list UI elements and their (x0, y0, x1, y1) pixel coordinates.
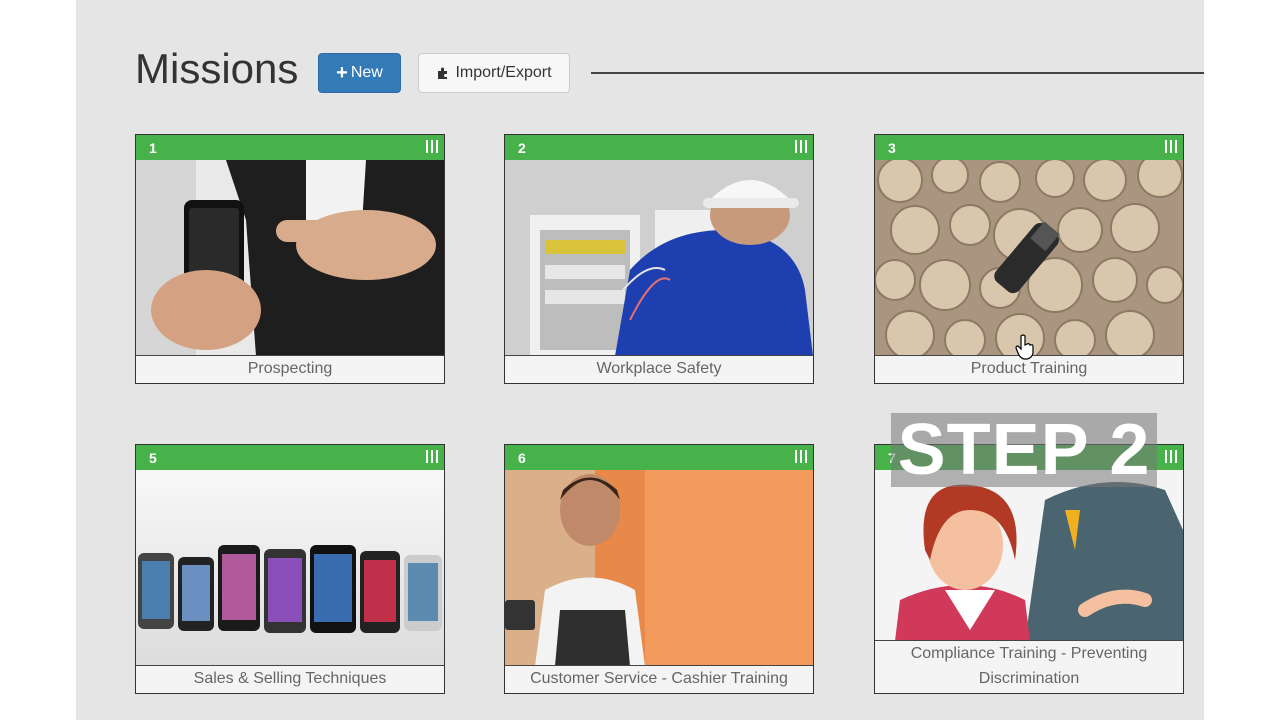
mission-title: Workplace Safety (505, 355, 813, 383)
import-export-label: Import/Export (455, 64, 552, 81)
puzzle-piece-icon (438, 67, 448, 79)
mission-number: 6 (518, 450, 526, 466)
mission-number: 3 (888, 140, 896, 156)
mission-image[interactable] (136, 470, 444, 666)
card-header: 1 (136, 135, 444, 160)
mission-image[interactable] (875, 160, 1183, 356)
header-divider (591, 72, 1204, 74)
new-button-label: New (350, 64, 383, 81)
mission-card[interactable]: 5 Sales & Selling Techniques (135, 444, 445, 694)
mission-image[interactable] (505, 160, 813, 356)
import-export-button[interactable]: Import/Export (418, 53, 570, 93)
mission-number: 5 (149, 450, 157, 466)
new-mission-button[interactable]: + New (318, 53, 401, 93)
mission-title: Customer Service - Cashier Training (505, 665, 813, 693)
mission-title: Prospecting (136, 355, 444, 383)
drag-handle-icon[interactable] (426, 450, 438, 463)
mission-card[interactable]: 2 Workplace Safety (504, 134, 814, 384)
drag-handle-icon[interactable] (426, 140, 438, 153)
mission-title: Sales & Selling Techniques (136, 665, 444, 693)
mission-card[interactable]: 1 Prospecting (135, 134, 445, 384)
step-overlay-text: STEP 2 (891, 413, 1157, 487)
drag-handle-icon[interactable] (1165, 140, 1177, 153)
page-title: Missions (135, 45, 299, 92)
card-header: 3 (875, 135, 1183, 160)
hand-cursor-icon (1015, 334, 1034, 360)
card-header: 6 (505, 445, 813, 470)
drag-handle-icon[interactable] (795, 140, 807, 153)
mission-number: 2 (518, 140, 526, 156)
plus-icon: + (336, 62, 348, 84)
mission-image[interactable] (136, 160, 444, 356)
card-header: 2 (505, 135, 813, 160)
mission-image[interactable] (505, 470, 813, 666)
mission-card[interactable]: 6 Customer Service - Cashier Training (504, 444, 814, 694)
mission-image[interactable] (875, 470, 1183, 641)
mission-number: 1 (149, 140, 157, 156)
card-header: 5 (136, 445, 444, 470)
mission-title: Compliance Training - Preventing Discrim… (875, 640, 1183, 693)
drag-handle-icon[interactable] (1165, 450, 1177, 463)
drag-handle-icon[interactable] (795, 450, 807, 463)
